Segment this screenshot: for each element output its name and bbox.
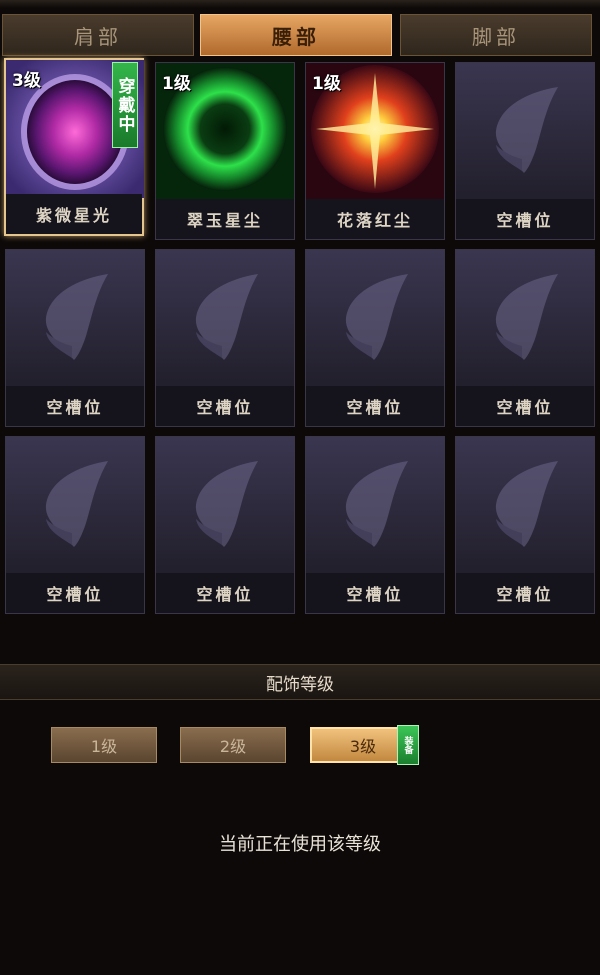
- slot-item[interactable]: 空槽位: [305, 436, 445, 614]
- butterfly-placeholder-icon: [195, 274, 258, 360]
- slot-name: 空槽位: [6, 573, 144, 613]
- slot-item[interactable]: 空槽位: [5, 249, 145, 427]
- tab-bar: 肩部 腰部 脚部: [0, 14, 600, 58]
- slot-name: 空槽位: [306, 386, 444, 426]
- slot-level: 3级: [12, 71, 41, 91]
- slot-item[interactable]: 空槽位: [155, 436, 295, 614]
- slot-item[interactable]: 3级 穿戴中 紫微星光: [4, 58, 144, 236]
- slot-name: 空槽位: [456, 199, 594, 239]
- slot-item[interactable]: 1级 花落红尘: [305, 62, 445, 240]
- slot-item[interactable]: 空槽位: [455, 436, 595, 614]
- butterfly-placeholder-icon: [495, 461, 558, 547]
- butterfly-placeholder-icon: [495, 274, 558, 360]
- wearing-badge: 穿戴中: [112, 62, 138, 148]
- butterfly-placeholder-icon: [195, 461, 258, 547]
- slot-item[interactable]: 空槽位: [455, 62, 595, 240]
- slot-name: 空槽位: [156, 573, 294, 613]
- slot-name: 紫微星光: [6, 194, 142, 234]
- slot-name: 空槽位: [6, 386, 144, 426]
- equip-badge: 装备: [397, 725, 419, 765]
- butterfly-placeholder-icon: [45, 461, 108, 547]
- butterfly-placeholder-icon: [45, 274, 108, 360]
- slot-level: 1级: [162, 74, 191, 94]
- slot-name: 空槽位: [156, 386, 294, 426]
- slot-name: 空槽位: [306, 573, 444, 613]
- level-1-button[interactable]: 1级: [51, 727, 157, 763]
- slot-level: 1级: [312, 74, 341, 94]
- butterfly-placeholder-icon: [345, 274, 408, 360]
- top-border: [0, 0, 600, 8]
- slot-item[interactable]: 空槽位: [305, 249, 445, 427]
- slot-item[interactable]: 空槽位: [455, 249, 595, 427]
- tab-feet[interactable]: 脚部: [400, 14, 592, 56]
- slot-name: 空槽位: [456, 386, 594, 426]
- slot-name: 空槽位: [456, 573, 594, 613]
- slot-item[interactable]: 空槽位: [155, 249, 295, 427]
- status-text: 当前正在使用该等级: [219, 834, 381, 855]
- slot-item[interactable]: 1级 翠玉星尘: [155, 62, 295, 240]
- butterfly-placeholder-icon: [345, 461, 408, 547]
- slot-name: 翠玉星尘: [156, 199, 294, 239]
- tab-waist[interactable]: 腰部: [200, 14, 392, 56]
- slot-item[interactable]: 空槽位: [5, 436, 145, 614]
- butterfly-placeholder-icon: [495, 87, 558, 173]
- slot-name: 花落红尘: [306, 199, 444, 239]
- level-2-button[interactable]: 2级: [180, 727, 286, 763]
- tab-shoulder[interactable]: 肩部: [2, 14, 194, 56]
- section-header: 配饰等级: [0, 664, 600, 700]
- section-title: 配饰等级: [266, 674, 334, 695]
